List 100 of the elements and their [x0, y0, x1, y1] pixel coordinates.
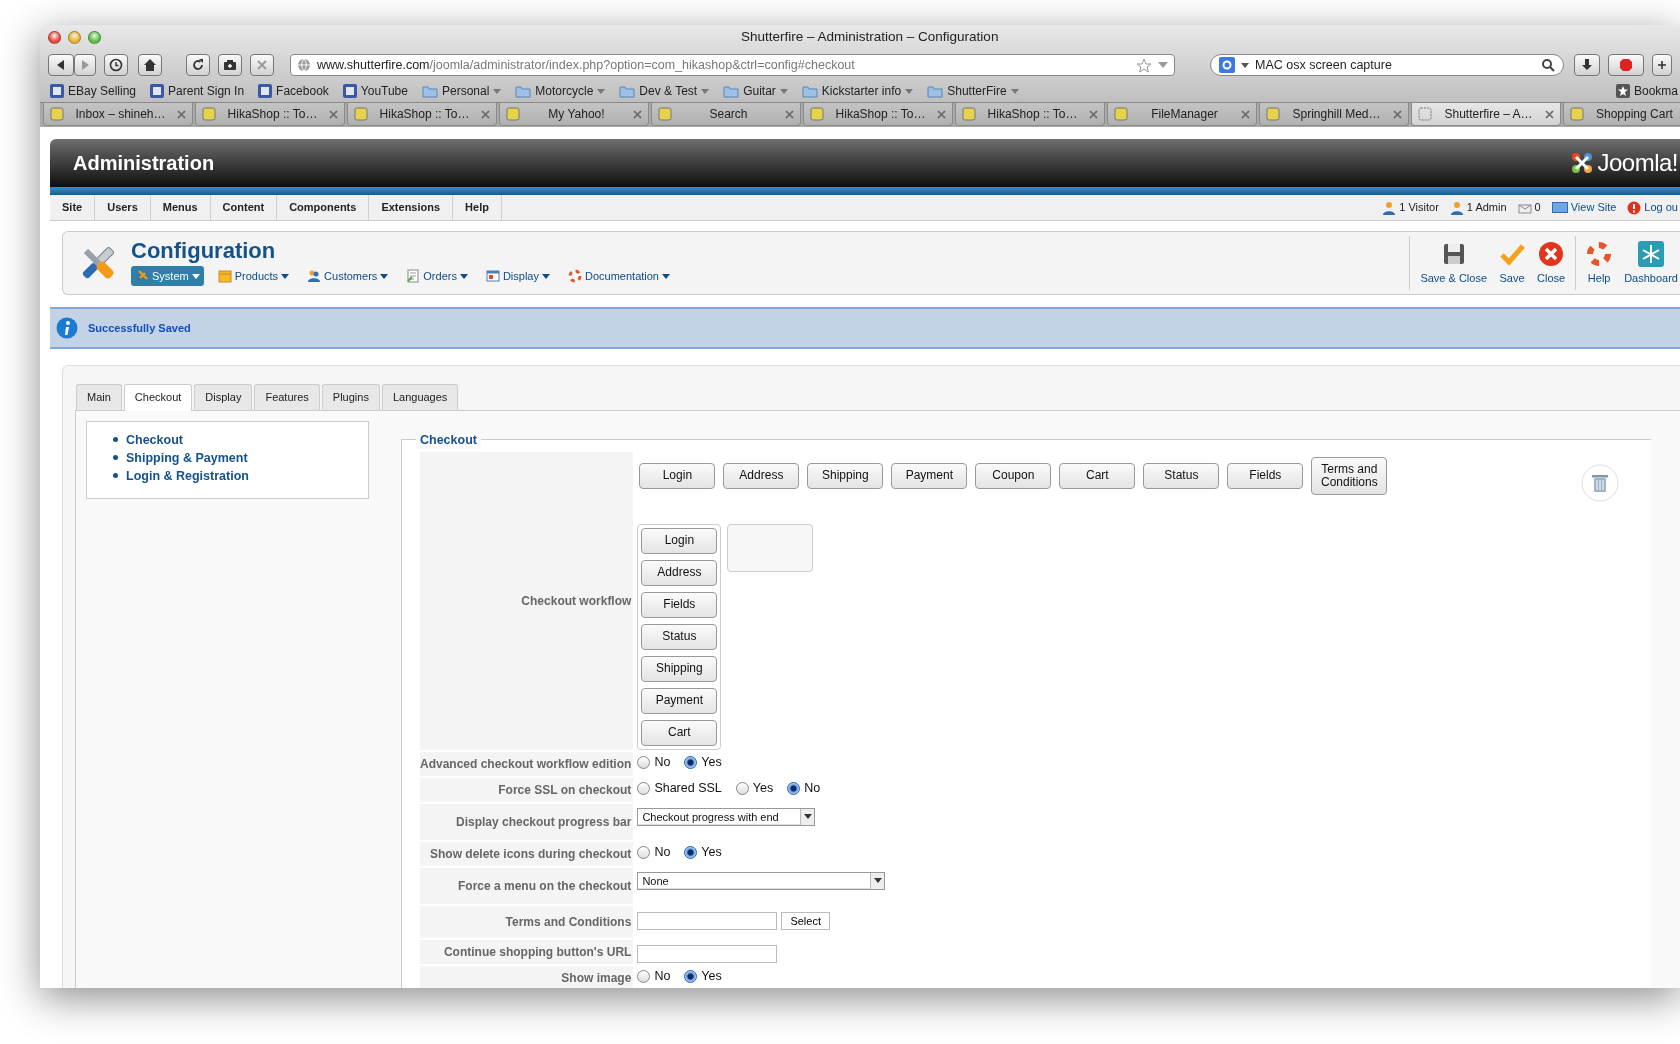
- step-button[interactable]: Cart: [641, 719, 718, 746]
- close-tab-icon[interactable]: [937, 109, 946, 119]
- step-button[interactable]: Fields: [641, 591, 718, 618]
- browser-tab[interactable]: Search: [651, 103, 801, 126]
- radio-button[interactable]: [684, 755, 698, 769]
- text-field[interactable]: [637, 944, 778, 963]
- toolbar-button[interactable]: Dashboard: [1618, 236, 1680, 290]
- step-button[interactable]: Shipping: [807, 462, 884, 489]
- radio-button[interactable]: [684, 969, 698, 983]
- menu-item[interactable]: Components: [277, 195, 370, 220]
- radio-button[interactable]: [637, 781, 651, 795]
- text-field[interactable]: [637, 912, 778, 931]
- tab[interactable]: Features: [254, 384, 320, 410]
- radio-button[interactable]: [735, 781, 749, 795]
- trash-icon[interactable]: [1581, 463, 1619, 502]
- status-link[interactable]: Log ou: [1644, 199, 1678, 216]
- step-button[interactable]: Fields: [1227, 462, 1304, 489]
- bookmark-item[interactable]: EBay Selling: [50, 82, 137, 100]
- menu-item[interactable]: Users: [95, 195, 151, 220]
- browser-tab[interactable]: HikaShop :: To…: [955, 103, 1105, 126]
- submenu-item[interactable]: System: [131, 265, 204, 287]
- browser-tab[interactable]: Springhill Med…: [1259, 103, 1409, 126]
- step-button[interactable]: Payment: [641, 687, 718, 714]
- side-nav-link[interactable]: Checkout: [126, 431, 183, 448]
- tab[interactable]: Checkout: [123, 384, 193, 411]
- menu-item[interactable]: Site: [50, 195, 96, 220]
- select-field[interactable]: Checkout progress with end: [637, 807, 816, 826]
- forward-button[interactable]: [74, 54, 96, 76]
- submenu-item[interactable]: Documentation: [564, 265, 674, 287]
- home-button[interactable]: [138, 54, 162, 76]
- bookmarks-menu[interactable]: Bookma: [1615, 82, 1678, 100]
- step-button[interactable]: Shipping: [641, 655, 718, 682]
- step-button[interactable]: Status: [1143, 462, 1220, 489]
- browser-tab[interactable]: HikaShop :: To…: [195, 103, 345, 126]
- radio-button[interactable]: [637, 755, 651, 769]
- toolbar-button[interactable]: Save: [1493, 236, 1532, 290]
- bookmark-item[interactable]: Guitar: [723, 82, 788, 100]
- menu-item[interactable]: Content: [210, 195, 278, 220]
- radio-button[interactable]: [637, 969, 651, 983]
- submenu-item[interactable]: Products: [213, 265, 294, 287]
- maximize-button[interactable]: [88, 31, 101, 44]
- status-link[interactable]: View Site: [1570, 199, 1617, 216]
- download-button[interactable]: [1574, 54, 1600, 76]
- browser-tab[interactable]: Shopping Cart: [1563, 103, 1680, 126]
- dropdown-icon[interactable]: [1158, 62, 1168, 68]
- extension-button[interactable]: [1652, 54, 1672, 76]
- radio-button[interactable]: [637, 845, 651, 859]
- step-button[interactable]: Payment: [891, 462, 968, 489]
- close-tab-icon[interactable]: [785, 109, 794, 119]
- step-button[interactable]: Coupon: [975, 462, 1052, 489]
- menu-item[interactable]: Menus: [150, 195, 211, 220]
- history-button[interactable]: [104, 54, 128, 76]
- reload-button[interactable]: [186, 54, 210, 76]
- close-tab-icon[interactable]: [329, 109, 338, 119]
- toolbar-button[interactable]: Save & Close: [1414, 236, 1494, 290]
- back-button[interactable]: [48, 54, 74, 76]
- radio-button[interactable]: [787, 781, 801, 795]
- drop-area[interactable]: [727, 523, 814, 572]
- close-tab-icon[interactable]: [1089, 109, 1098, 119]
- tab[interactable]: Main: [76, 384, 122, 410]
- tab[interactable]: Display: [194, 384, 253, 410]
- bookmark-item[interactable]: Kickstarter info: [801, 82, 914, 100]
- screenshot-button[interactable]: [218, 54, 242, 76]
- menu-item[interactable]: Extensions: [369, 195, 454, 220]
- step-button[interactable]: Login: [641, 527, 718, 554]
- bookmark-item[interactable]: Facebook: [258, 82, 329, 100]
- submenu-item[interactable]: Display: [481, 265, 554, 287]
- toolbar-button[interactable]: Help: [1580, 236, 1619, 290]
- side-nav-link[interactable]: Shipping & Payment: [126, 449, 248, 466]
- side-nav-link[interactable]: Login & Registration: [126, 467, 249, 484]
- joomla-logo[interactable]: Joomla!: [1569, 145, 1680, 181]
- browser-tab[interactable]: My Yahoo!: [499, 103, 649, 126]
- step-button[interactable]: Login: [639, 462, 716, 489]
- close-tab-icon[interactable]: [481, 109, 490, 119]
- close-tab-icon[interactable]: [633, 109, 642, 119]
- minimize-button[interactable]: [68, 31, 81, 44]
- submenu-item[interactable]: Orders: [402, 265, 472, 287]
- close-tab-icon[interactable]: [177, 109, 186, 119]
- browser-tab[interactable]: Shutterfire – A…: [1411, 103, 1561, 126]
- tab[interactable]: Plugins: [321, 384, 380, 410]
- submenu-item[interactable]: Customers: [303, 265, 393, 287]
- step-button[interactable]: Address: [641, 559, 718, 586]
- browser-tab[interactable]: HikaShop :: To…: [803, 103, 953, 126]
- browser-tab[interactable]: FileManager: [1107, 103, 1257, 126]
- bookmark-star-icon[interactable]: [1136, 57, 1152, 73]
- step-button[interactable]: Terms and Conditions: [1311, 456, 1388, 495]
- browser-tab[interactable]: HikaShop :: To…: [347, 103, 497, 126]
- close-button[interactable]: [48, 31, 61, 44]
- stop-button[interactable]: [250, 54, 274, 76]
- bookmark-item[interactable]: Parent Sign In: [150, 82, 245, 100]
- step-button[interactable]: Status: [641, 623, 718, 650]
- select-field[interactable]: None: [637, 871, 886, 890]
- close-tab-icon[interactable]: [1393, 109, 1402, 119]
- search-icon[interactable]: [1542, 58, 1555, 72]
- browser-tab[interactable]: Inbox – shineh…: [43, 103, 193, 126]
- bookmark-item[interactable]: Dev & Test: [619, 82, 710, 100]
- bookmark-item[interactable]: ShutterFire: [927, 82, 1019, 100]
- step-button[interactable]: Cart: [1059, 462, 1136, 489]
- search-field[interactable]: MAC osx screen capture: [1210, 54, 1564, 76]
- close-tab-icon[interactable]: [1241, 109, 1250, 119]
